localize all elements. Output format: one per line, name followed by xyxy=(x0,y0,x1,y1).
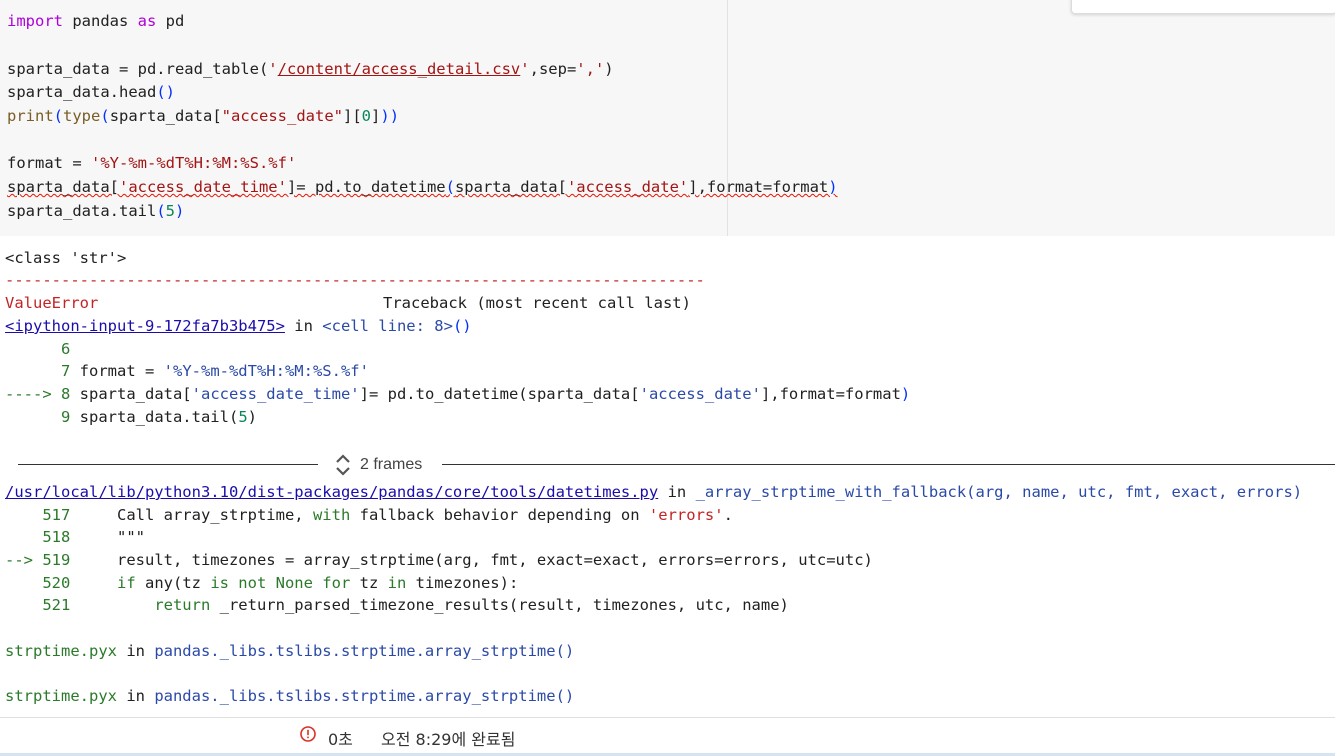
error-circle-icon[interactable] xyxy=(300,726,316,742)
frames-divider-left xyxy=(18,464,318,465)
tb-line-8: ----> 8 sparta_data['access_date_time']=… xyxy=(5,385,911,403)
code-line-3: sparta_data = pd.read_table('/content/ac… xyxy=(7,60,614,78)
ipython-input-link[interactable]: <ipython-input-9-172fa7b3b475> xyxy=(5,317,285,335)
expand-collapse-icon xyxy=(336,454,350,476)
code-line-1: import pandas as pd xyxy=(7,12,185,30)
frames-label: 2 frames xyxy=(360,456,423,473)
tb-line-518: 518 """ xyxy=(5,528,145,546)
tb-line-520: 520 if any(tz is not None for tz in time… xyxy=(5,574,519,592)
code-line-5: print(type(sparta_data["access_date"][0]… xyxy=(7,107,400,125)
output-dashes: ----------------------------------------… xyxy=(5,271,705,289)
tb-line-7: 7 format = '%Y-%m-%dT%H:%M:%S.%f' xyxy=(5,362,369,380)
frames-divider-right xyxy=(442,464,1335,465)
tb-line-521: 521 return _return_parsed_timezone_resul… xyxy=(5,596,789,614)
tb-line-517: 517 Call array_strptime, with fallback b… xyxy=(5,506,733,524)
code-line-4: sparta_data.head() xyxy=(7,83,175,101)
execution-duration: 0초 xyxy=(328,730,353,749)
tb-line-9: 9 sparta_data.tail(5) xyxy=(5,408,257,426)
output-class-line: <class 'str'> xyxy=(5,249,127,267)
datetimes-file-link[interactable]: /usr/local/lib/python3.10/dist-packages/… xyxy=(5,483,658,501)
code-line-9: sparta_data.tail(5) xyxy=(7,202,185,220)
cell-toolbar[interactable] xyxy=(1071,0,1335,14)
tb-line-519: --> 519 result, timezones = array_strpti… xyxy=(5,551,873,569)
pyx-frame-2: strptime.pyx in pandas._libs.tslibs.strp… xyxy=(5,687,575,705)
pyx-frame-1: strptime.pyx in pandas._libs.tslibs.strp… xyxy=(5,642,575,660)
code-editor[interactable]: import pandas as pd sparta_data = pd.rea… xyxy=(0,0,838,236)
frames-toggle[interactable]: 2 frames xyxy=(334,452,422,478)
traceback-header: Traceback (most recent call last) xyxy=(383,294,691,312)
traceback-location: <ipython-input-9-172fa7b3b475> in <cell … xyxy=(5,317,472,335)
traceback-file-line: /usr/local/lib/python3.10/dist-packages/… xyxy=(5,483,1303,501)
code-line-7: format = '%Y-%m-%dT%H:%M:%S.%f' xyxy=(7,154,297,172)
status-bar: 0초 오전 8:29에 완료됨 xyxy=(0,717,1335,754)
code-line-8: sparta_data['access_date_time']= pd.to_d… xyxy=(7,178,838,196)
execution-completed-time: 오전 8:29에 완료됨 xyxy=(381,730,516,749)
code-cell[interactable]: import pandas as pd sparta_data = pd.rea… xyxy=(0,0,1335,236)
error-name: ValueError xyxy=(5,294,99,312)
tb-line-6: 6 xyxy=(5,340,71,358)
